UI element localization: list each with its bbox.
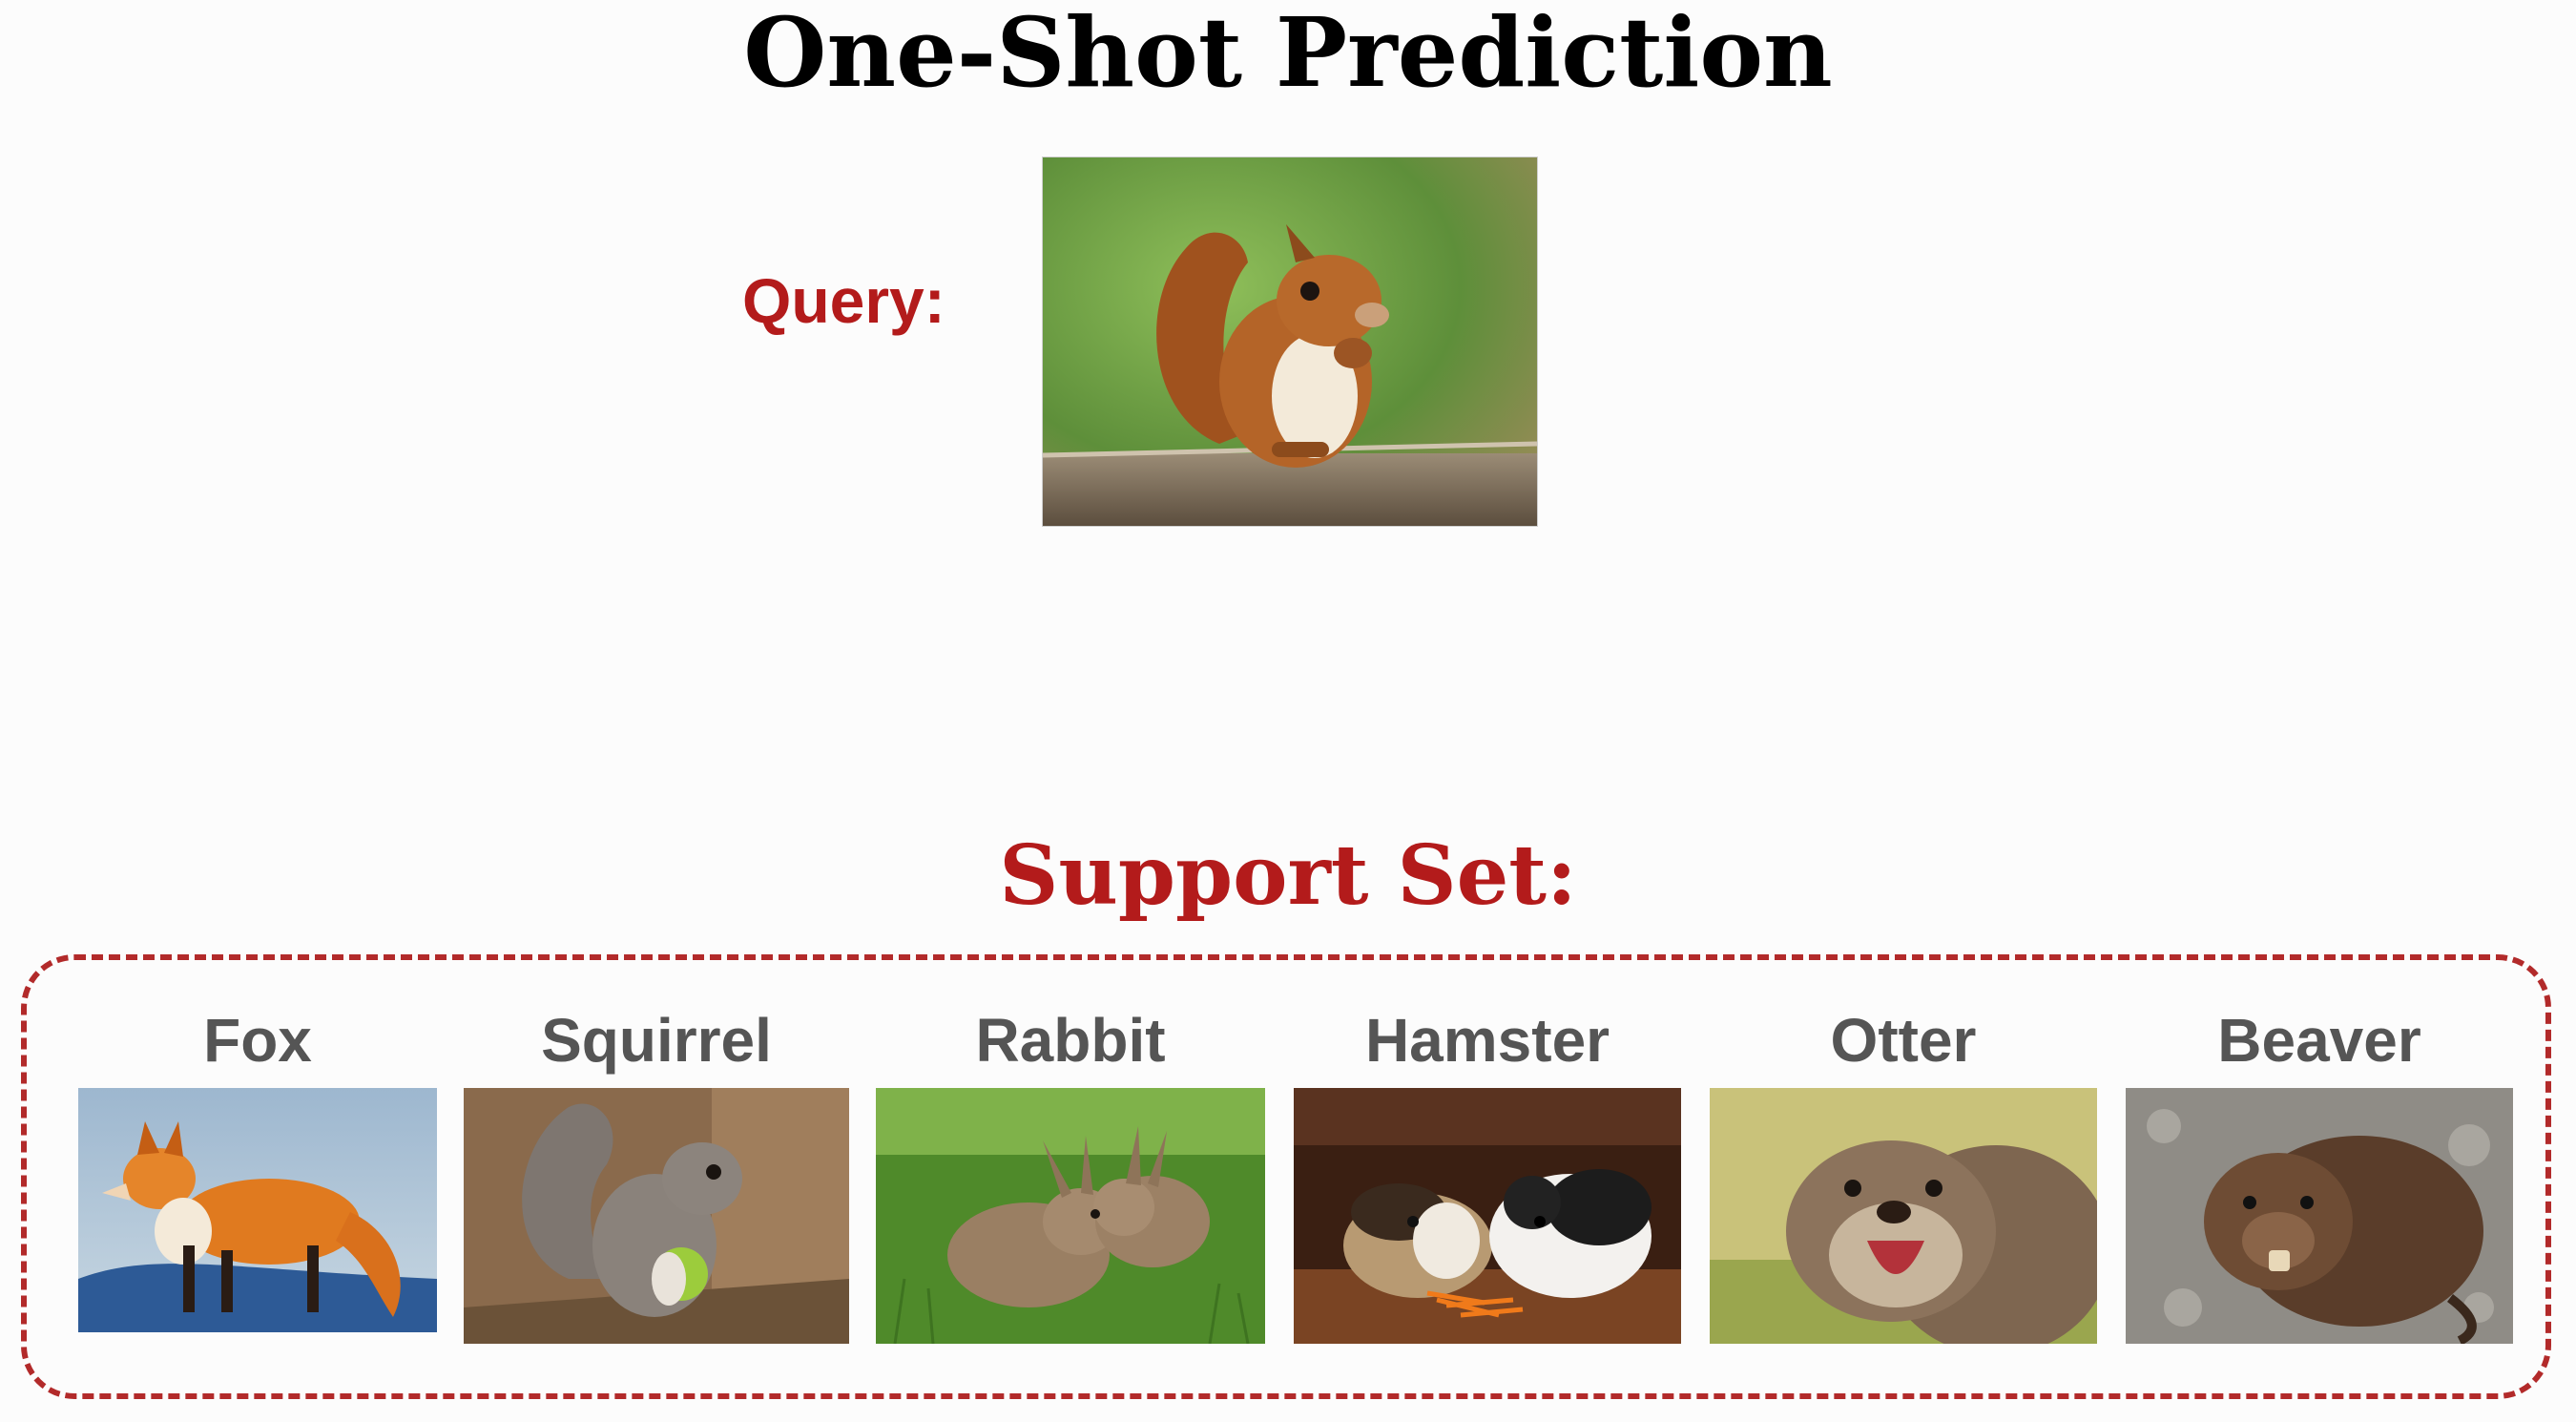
query-label: Query: [742,265,945,336]
support-label-fox: Fox [203,1006,312,1075]
support-label-beaver: Beaver [2217,1006,2421,1075]
support-set-title: Support Set: [999,827,1577,924]
otter-image [1710,1088,2097,1344]
hamster-image [1294,1088,1681,1344]
support-label-squirrel: Squirrel [541,1006,772,1075]
support-label-hamster: Hamster [1364,1006,1610,1075]
support-label-rabbit: Rabbit [975,1006,1166,1075]
query-squirrel-image [1042,157,1538,527]
fox-image [78,1088,437,1332]
rabbit-image [876,1088,1265,1344]
support-label-otter: Otter [1830,1006,1977,1075]
beaver-image [2126,1088,2513,1344]
page-title: One-Shot Prediction [743,0,1833,109]
squirrel-image [464,1088,849,1344]
